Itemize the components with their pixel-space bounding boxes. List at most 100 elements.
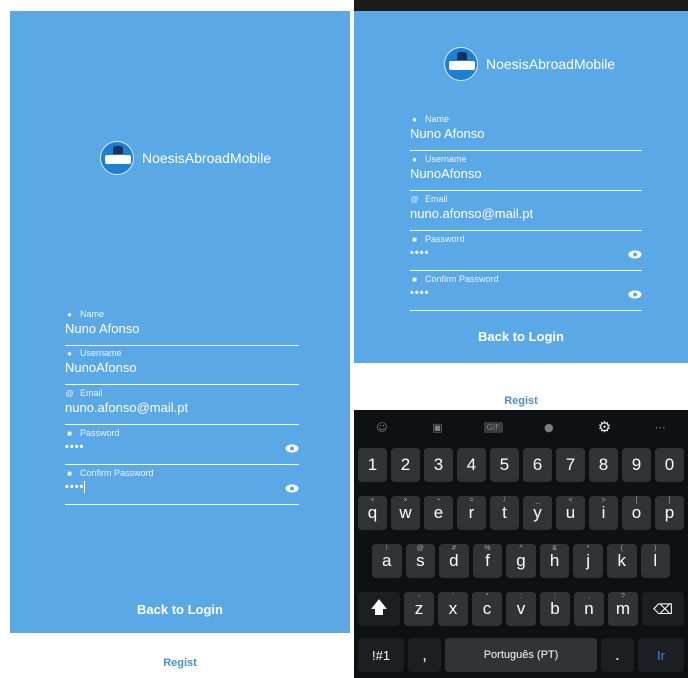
eye-icon[interactable]: [628, 290, 642, 299]
key-y[interactable]: _ y: [523, 496, 552, 530]
email-field[interactable]: @ Email nuno.afonso@mail.pt: [65, 385, 299, 425]
key-e[interactable]: ÷ e: [424, 496, 453, 530]
app-title: NoesisAbroadMobile: [142, 150, 272, 166]
name-field[interactable]: ● Name Nuno Afonso: [410, 111, 642, 151]
key-z[interactable]: -z: [404, 592, 434, 626]
go-key[interactable]: Ir: [637, 638, 685, 672]
email-field[interactable]: @ Email nuno.afonso@mail.pt: [410, 191, 642, 231]
status-bar: [10, 0, 350, 11]
key-a[interactable]: ! a: [372, 544, 402, 578]
name-label: Name: [425, 114, 450, 124]
eye-icon[interactable]: [628, 250, 642, 259]
username-value: NunoAfonso: [410, 166, 482, 181]
gif-label: GIF: [483, 421, 503, 433]
confirm-password-label: Confirm Password: [425, 274, 499, 284]
name-value: Nuno Afonso: [65, 321, 140, 336]
key-g[interactable]: ^ g: [506, 544, 536, 578]
blue-background: NoesisAbroadMobile ● Name Nuno Afonso ● Us…: [354, 11, 688, 363]
blue-background: NoesisAbroadMobile ● Name Nuno Afonso ● Us…: [10, 11, 350, 633]
key-5[interactable]: 5: [490, 448, 519, 482]
emoji-icon[interactable]: ☺: [372, 419, 392, 435]
screen-right: NoesisAbroadMobile ● Name Nuno Afonso ● Us…: [354, 0, 688, 678]
key-i[interactable]: > i: [589, 496, 618, 530]
key-0[interactable]: 0: [655, 448, 684, 482]
key-n[interactable]: ,n: [574, 592, 604, 626]
key-r[interactable]: = r: [457, 496, 486, 530]
gif-icon[interactable]: GIF: [483, 419, 503, 435]
microphone-icon[interactable]: ●: [539, 419, 559, 435]
symbols-key[interactable]: !#1: [358, 638, 405, 672]
key-c[interactable]: " c: [472, 592, 502, 626]
more-icon[interactable]: ⋯: [650, 419, 670, 435]
eye-icon[interactable]: [285, 444, 299, 453]
key-b[interactable]: ; b: [540, 592, 570, 626]
password-label: Password: [425, 234, 465, 244]
name-value: Nuno Afonso: [410, 126, 485, 141]
shift-icon: 🡅: [370, 597, 388, 617]
key-j[interactable]: * j: [573, 544, 603, 578]
password-field[interactable]: ■ Password ••••: [410, 231, 642, 271]
username-field[interactable]: ● Username NunoAfonso: [410, 151, 642, 191]
key-d[interactable]: # d: [439, 544, 469, 578]
key-u[interactable]: < u: [556, 496, 585, 530]
username-field[interactable]: ● Username NunoAfonso: [65, 345, 299, 385]
regist-button[interactable]: Regist: [10, 657, 350, 669]
username-label: Username: [425, 154, 467, 164]
backspace-key[interactable]: ⌫: [642, 592, 684, 626]
app-header: NoesisAbroadMobile: [100, 141, 271, 175]
at-icon: @: [65, 388, 74, 398]
key-2[interactable]: 2: [391, 448, 420, 482]
lock-icon: ■: [412, 274, 417, 284]
lock-icon: ■: [412, 234, 417, 244]
key-f[interactable]: % f: [472, 544, 503, 578]
period-key[interactable]: .: [600, 638, 634, 672]
regist-button[interactable]: Regist: [354, 395, 688, 407]
password-label: Password: [80, 428, 120, 438]
key-q[interactable]: + q: [358, 496, 387, 530]
key-t[interactable]: / t: [490, 496, 519, 530]
key-h[interactable]: & h: [539, 544, 570, 578]
email-label: Email: [80, 388, 103, 398]
comma-key[interactable]: ,: [408, 638, 442, 672]
key-1[interactable]: 1: [358, 448, 387, 482]
password-value: ••••: [410, 247, 430, 259]
sticker-icon[interactable]: ▣: [427, 419, 447, 435]
keyboard-toolbar: ☺ ▣ GIF ● ⚙ ⋯: [354, 410, 688, 444]
settings-icon[interactable]: ⚙: [594, 418, 614, 436]
person-icon: ●: [412, 154, 417, 164]
key-w[interactable]: × w: [391, 496, 420, 530]
letter-row-1: + q × w ÷ e = r / t _ y < u > i [o ] p: [358, 496, 684, 530]
key-o[interactable]: [o: [622, 496, 651, 530]
username-value: NunoAfonso: [65, 360, 137, 375]
key-m[interactable]: ? m: [608, 592, 638, 626]
person-icon: ●: [67, 348, 72, 358]
name-field[interactable]: ● Name Nuno Afonso: [65, 306, 299, 346]
key-3[interactable]: 3: [424, 448, 453, 482]
lock-icon: ■: [67, 428, 72, 438]
key-s[interactable]: @ s: [405, 544, 436, 578]
key-4[interactable]: 4: [457, 448, 486, 482]
key-p[interactable]: ] p: [655, 496, 684, 530]
confirm-password-field[interactable]: ■ Confirm Password ••••: [410, 271, 642, 311]
email-value: nuno.afonso@mail.pt: [410, 206, 534, 221]
confirm-password-field[interactable]: ■ Confirm Password ••••: [65, 465, 299, 505]
key-6[interactable]: 6: [523, 448, 552, 482]
confirm-password-value: ••••: [410, 287, 430, 299]
key-7[interactable]: 7: [556, 448, 585, 482]
back-to-login-button[interactable]: Back to Login: [10, 602, 350, 617]
shift-key[interactable]: 🡅: [358, 592, 400, 626]
username-label: Username: [80, 348, 122, 358]
key-k[interactable]: (k: [606, 544, 637, 578]
key-l[interactable]: ) l: [640, 544, 671, 578]
screen-left: NoesisAbroadMobile ● Name Nuno Afonso ● Us…: [10, 0, 350, 678]
key-9[interactable]: 9: [622, 448, 651, 482]
eye-icon[interactable]: [285, 484, 299, 493]
key-v[interactable]: :v: [506, 592, 536, 626]
onscreen-keyboard: ☺ ▣ GIF ● ⚙ ⋯ 1 2 3 4 5 6 7 8 9 0 + q × w …: [354, 410, 688, 678]
key-8[interactable]: 8: [589, 448, 618, 482]
space-key[interactable]: Português (PT): [445, 638, 597, 672]
back-to-login-button[interactable]: Back to Login: [354, 329, 688, 344]
person-icon: ●: [67, 309, 72, 319]
key-x[interactable]: ' x: [438, 592, 468, 626]
password-field[interactable]: ■ Password ••••: [65, 425, 299, 465]
